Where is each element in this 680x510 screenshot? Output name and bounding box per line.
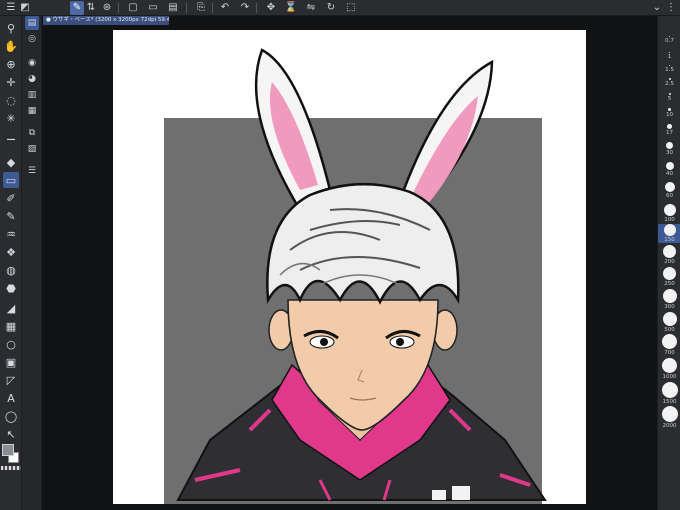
- hand-icon[interactable]: ✋: [3, 38, 19, 54]
- gradient-icon[interactable]: ▦: [3, 318, 19, 334]
- clip-icon[interactable]: ⌛: [284, 1, 298, 15]
- magic-wand-icon[interactable]: ✳: [3, 110, 19, 126]
- brush-size-8[interactable]: 40: [658, 162, 680, 177]
- airbrush-icon[interactable]: ♒: [3, 226, 19, 242]
- brush-icon[interactable]: ✎: [3, 208, 19, 224]
- ruler-icon[interactable]: ◸: [3, 372, 19, 388]
- brush-size-14[interactable]: 300: [658, 289, 680, 310]
- lasso-icon[interactable]: ◌: [3, 92, 19, 108]
- new-file-icon[interactable]: ▢: [126, 1, 140, 15]
- brush-size-6[interactable]: 17: [658, 124, 680, 136]
- material-icon[interactable]: ▨: [25, 142, 39, 156]
- decoration-icon[interactable]: ❖: [3, 244, 19, 260]
- move-icon[interactable]: ✛: [3, 74, 19, 90]
- arrows-icon[interactable]: ⇅: [84, 1, 98, 15]
- transform-icon[interactable]: ✥: [264, 1, 278, 15]
- crop-icon[interactable]: ⬚: [344, 1, 358, 15]
- expand-icon[interactable]: ⌄: [650, 1, 664, 15]
- color-wheel-icon[interactable]: ◕: [25, 72, 39, 86]
- brush-size-2[interactable]: 1.5: [658, 65, 680, 73]
- rotate-icon[interactable]: ↻: [324, 1, 338, 15]
- export-icon[interactable]: ⎘: [194, 1, 208, 15]
- brush-size-15[interactable]: 500: [658, 312, 680, 333]
- zoom-icon[interactable]: ⊕: [3, 56, 19, 72]
- brush-size-7[interactable]: 30: [658, 142, 680, 156]
- canvas-settings-icon[interactable]: ◩: [18, 1, 32, 15]
- pen-tool-icon[interactable]: ▭: [3, 172, 19, 188]
- brush-size-13[interactable]: 250: [658, 267, 680, 287]
- tool-palette: ⚲ ✋ ⊕ ✛ ◌ ✳ ⚊ ◆ ▭ ✐ ✎ ♒ ❖ ◍ ⬣ ◢ ▦ ○ ▣ ◸ …: [0, 16, 22, 510]
- top-toolbar: ☰ ◩ ✎ ⇅ ⊛ ▢ ▭ ▤ ⎘ ↶ ↷ ✥ ⌛ ⇋ ↻ ⬚ ⌄ ⋮: [0, 0, 680, 16]
- brush-size-5[interactable]: 10: [658, 108, 680, 118]
- menu-icon[interactable]: ☰: [4, 1, 18, 15]
- search-icon[interactable]: ⚲: [3, 20, 19, 36]
- brush-size-10[interactable]: 100: [658, 204, 680, 223]
- navigator-icon[interactable]: ◎: [25, 32, 39, 46]
- undo-icon[interactable]: ↶: [218, 1, 232, 15]
- brush-size-17[interactable]: 1000: [658, 358, 680, 380]
- layer-color-icon[interactable]: ⊛: [100, 1, 114, 15]
- brush-size-16[interactable]: 700: [658, 334, 680, 356]
- eraser-icon[interactable]: ◆: [3, 154, 19, 170]
- color-swatch[interactable]: [2, 444, 20, 466]
- bucket-icon[interactable]: ◢: [3, 300, 19, 316]
- brush-size-0[interactable]: 0.7: [658, 36, 680, 44]
- more-icon[interactable]: ⋮: [664, 1, 678, 15]
- eyedropper-icon[interactable]: ⚊: [3, 128, 19, 144]
- layer-properties-icon[interactable]: ◉: [25, 56, 39, 70]
- document-tab[interactable]: ● ウサギ・ベース* (3200 x 3200px 72dpi 59.4%): [43, 16, 169, 25]
- color-set-icon[interactable]: ▦: [25, 104, 39, 118]
- transparent-color-icon[interactable]: [1, 466, 21, 470]
- brush-size-12[interactable]: 200: [658, 245, 680, 265]
- blend-icon[interactable]: ◍: [3, 262, 19, 278]
- balloon-icon[interactable]: ◯: [3, 408, 19, 424]
- flip-icon[interactable]: ⇋: [304, 1, 318, 15]
- frame-icon[interactable]: ▣: [3, 354, 19, 370]
- brush-size-4[interactable]: 5: [658, 93, 680, 102]
- open-file-icon[interactable]: ▭: [146, 1, 160, 15]
- brush-size-11-selected[interactable]: 150: [658, 224, 680, 243]
- brush-size-9[interactable]: 60: [658, 182, 680, 199]
- color-slider-icon[interactable]: ▥: [25, 88, 39, 102]
- redo-icon[interactable]: ↷: [238, 1, 252, 15]
- brush-size-panel: 0.7 1 1.5 2.5 5 10 17 30 40 60 100 150 2…: [657, 16, 680, 510]
- shape-icon[interactable]: ○: [3, 336, 19, 352]
- foreground-color[interactable]: [2, 444, 14, 456]
- layer-stack-icon[interactable]: ☰: [25, 164, 39, 178]
- subtool-panel-icon[interactable]: ▤: [25, 16, 39, 30]
- save-icon[interactable]: ▤: [166, 1, 180, 15]
- character-illustration: [176, 48, 547, 501]
- selection-tool-icon[interactable]: ✎: [70, 1, 84, 15]
- brush-size-3[interactable]: 2.5: [658, 78, 680, 87]
- text-icon[interactable]: A: [3, 390, 19, 406]
- brush-size-18[interactable]: 1500: [658, 382, 680, 405]
- layers-icon[interactable]: ⧉: [25, 126, 39, 140]
- brush-size-1[interactable]: 1: [658, 52, 680, 60]
- pencil-icon[interactable]: ✐: [3, 190, 19, 206]
- correct-line-icon[interactable]: ↖: [3, 426, 19, 442]
- sub-tool-strip: ▤ ◎ ◉ ◕ ▥ ▦ ⧉ ▨ ☰: [22, 16, 42, 510]
- brush-size-19[interactable]: 2000: [658, 406, 680, 429]
- fill-icon[interactable]: ⬣: [3, 280, 19, 296]
